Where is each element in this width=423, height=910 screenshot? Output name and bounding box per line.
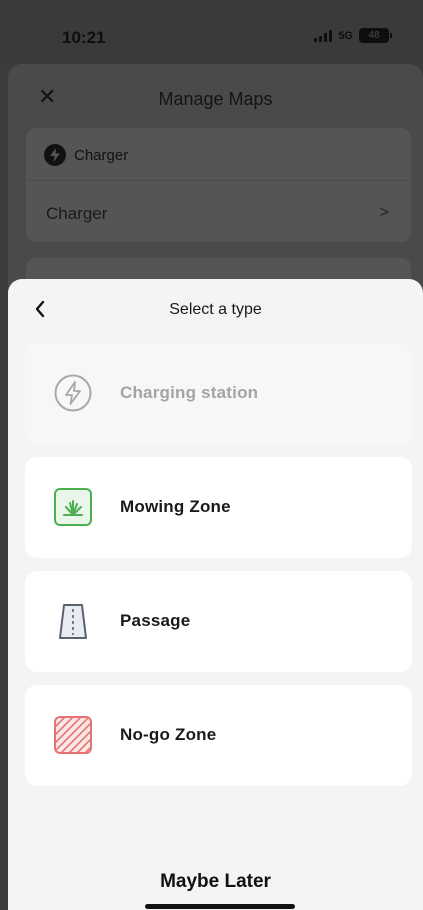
battery-icon: 48 — [359, 28, 392, 43]
option-label: Mowing Zone — [120, 497, 231, 516]
option-mowing-zone[interactable]: Mowing Zone — [25, 457, 412, 558]
sheet-title: Select a type — [169, 301, 262, 318]
background-card-header-label: Charger — [74, 146, 129, 164]
battery-level: 48 — [368, 30, 380, 41]
no-go-zone-icon — [53, 715, 93, 755]
option-label: Passage — [120, 611, 191, 630]
background-title: Manage Maps — [158, 89, 273, 109]
sheet-header: Select a type — [8, 279, 423, 339]
divider — [26, 180, 411, 181]
option-charging-station[interactable]: Charging station — [25, 343, 412, 444]
option-passage[interactable]: Passage — [25, 571, 412, 672]
home-indicator — [145, 904, 295, 909]
background-charger-card: Charger Charger > — [26, 128, 411, 242]
bolt-icon — [44, 144, 66, 166]
select-type-sheet: Select a type Charging station Mowing Zo… — [8, 279, 423, 910]
status-indicators: 5G 48 — [314, 28, 392, 43]
chevron-right-icon: > — [379, 204, 389, 221]
background-header: ✕ Manage Maps — [8, 64, 423, 128]
maybe-later-button[interactable]: Maybe Later — [8, 871, 423, 893]
signal-icon — [314, 29, 333, 42]
status-bar: 10:21 5G 48 — [0, 0, 423, 64]
network-type: 5G — [338, 29, 353, 42]
option-label: No-go Zone — [120, 725, 217, 744]
background-card-row: Charger — [46, 204, 108, 223]
charging-station-icon — [53, 373, 93, 413]
mowing-zone-icon — [53, 487, 93, 527]
background-card-header: Charger — [44, 144, 128, 166]
status-time: 10:21 — [62, 28, 106, 47]
passage-icon — [53, 601, 93, 641]
option-label: Charging station — [120, 383, 259, 402]
option-no-go-zone[interactable]: No-go Zone — [25, 685, 412, 786]
